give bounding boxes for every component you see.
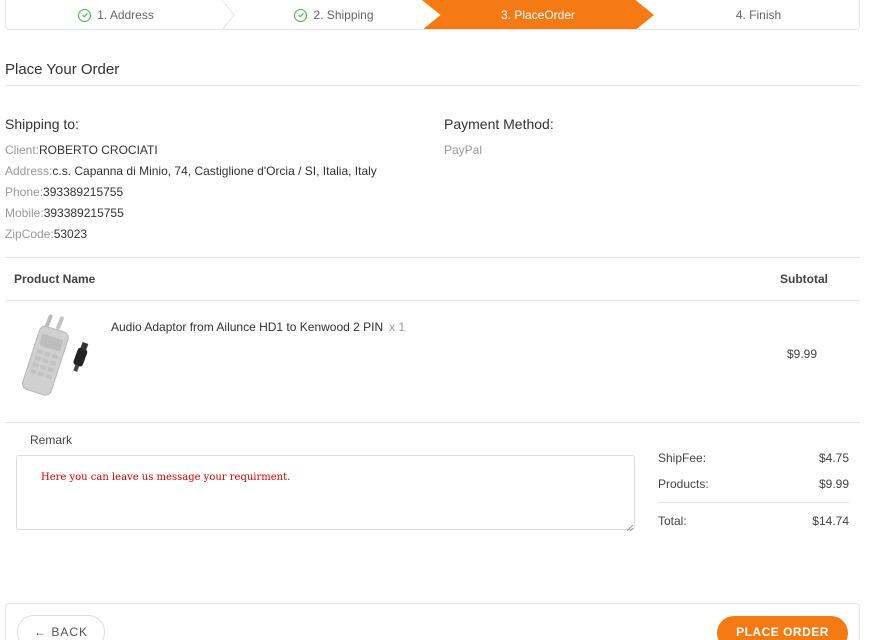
back-button[interactable]: ← BACK bbox=[17, 615, 105, 640]
step-place-order-label: 3. PlaceOrder bbox=[500, 8, 576, 22]
address-label: Address: bbox=[5, 164, 53, 178]
resize-grip-icon[interactable] bbox=[625, 519, 634, 532]
step-shipping[interactable]: 2. Shipping bbox=[228, 0, 440, 29]
shipfee-row: ShipFee: $4.75 bbox=[658, 451, 849, 465]
divider bbox=[5, 85, 860, 86]
products-label: Products: bbox=[658, 477, 709, 491]
step-address[interactable]: 1. Address bbox=[6, 0, 226, 29]
address-line: Address:c.s. Capanna di Minio, 74, Casti… bbox=[5, 164, 377, 178]
step-shipping-label: 2. Shipping bbox=[313, 8, 374, 22]
client-line: Client:ROBERTO CROCIATI bbox=[5, 143, 158, 157]
shipping-title: Shipping to: bbox=[5, 116, 79, 132]
phone-label: Phone: bbox=[5, 185, 44, 199]
products-row: Products: $9.99 bbox=[658, 477, 849, 491]
mobile-line: Mobile:393389215755 bbox=[5, 206, 124, 220]
mobile-value: 393389215755 bbox=[43, 206, 124, 220]
step-place-order: 3. PlaceOrder bbox=[422, 0, 654, 29]
shipfee-label: ShipFee: bbox=[658, 451, 707, 465]
product-name[interactable]: Audio Adaptor from Ailunce HD1 to Kenwoo… bbox=[111, 320, 405, 334]
address-value: c.s. Capanna di Minio, 74, Castiglione d… bbox=[52, 164, 377, 178]
step-finish-label: 4. Finish bbox=[735, 8, 782, 22]
check-circle-icon bbox=[294, 8, 308, 22]
divider bbox=[5, 257, 860, 258]
product-qty: x 1 bbox=[389, 320, 406, 334]
divider bbox=[5, 422, 860, 423]
zipcode-label: ZipCode: bbox=[5, 227, 54, 241]
total-row: Total: $14.74 bbox=[658, 514, 849, 528]
check-circle-icon bbox=[78, 8, 92, 22]
client-value: ROBERTO CROCIATI bbox=[39, 143, 158, 157]
phone-line: Phone:393389215755 bbox=[5, 185, 123, 199]
radio-adaptor-image[interactable] bbox=[14, 312, 94, 398]
client-label: Client: bbox=[5, 143, 40, 157]
place-order-button[interactable]: PLACE ORDER bbox=[717, 616, 848, 640]
phone-value: 393389215755 bbox=[43, 185, 124, 199]
subtotal-header: Subtotal bbox=[780, 272, 828, 286]
shipfee-value: $4.75 bbox=[818, 451, 849, 465]
payment-method-value: PayPal bbox=[444, 143, 483, 157]
checkout-stepper: 1. Address 2. Shipping 3. PlaceOrder 4. … bbox=[5, 0, 860, 30]
divider bbox=[5, 300, 860, 301]
zipcode-value: 53023 bbox=[53, 227, 88, 241]
remark-textarea[interactable] bbox=[16, 455, 635, 530]
zipcode-line: ZipCode:53023 bbox=[5, 227, 87, 241]
remark-label: Remark bbox=[30, 433, 73, 447]
total-label: Total: bbox=[658, 514, 687, 528]
payment-title: Payment Method: bbox=[444, 116, 554, 132]
product-subtotal: $9.99 bbox=[787, 347, 818, 361]
product-name-text[interactable]: Audio Adaptor from Ailunce HD1 to Kenwoo… bbox=[111, 320, 383, 334]
step-finish: 4. Finish bbox=[656, 0, 859, 29]
product-name-header: Product Name bbox=[14, 272, 96, 286]
summary-divider bbox=[658, 502, 849, 503]
total-value: $14.74 bbox=[812, 514, 849, 528]
mobile-label: Mobile: bbox=[5, 206, 44, 220]
step-address-label: 1. Address bbox=[97, 8, 154, 22]
page-title: Place Your Order bbox=[5, 61, 120, 78]
products-value: $9.99 bbox=[818, 477, 849, 491]
